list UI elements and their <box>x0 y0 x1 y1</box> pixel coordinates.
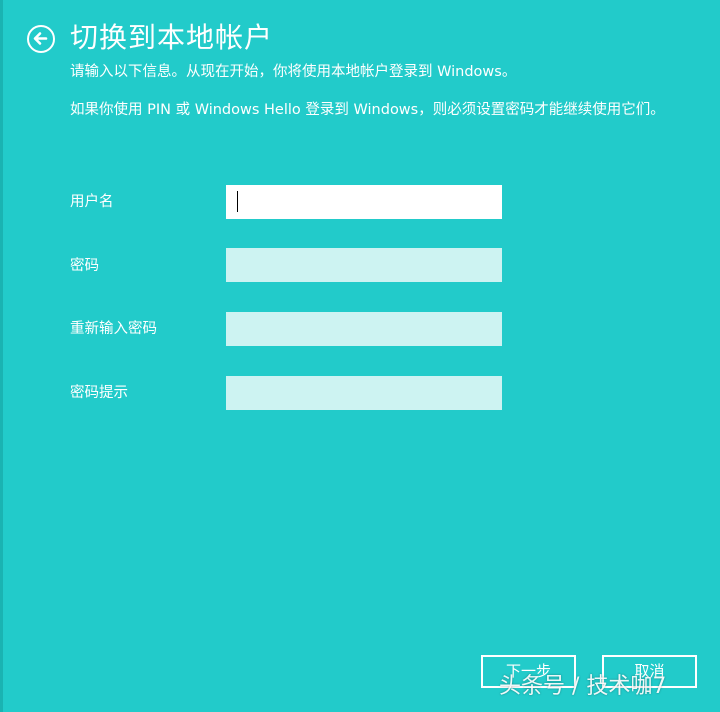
cancel-button[interactable]: 取消 <box>602 655 697 688</box>
password-label: 密码 <box>70 258 99 274</box>
password-hint-label: 密码提示 <box>70 385 128 401</box>
description-line-2: 如果你使用 PIN 或 Windows Hello 登录到 Windows，则必… <box>70 102 665 118</box>
password-confirm-label: 重新输入密码 <box>70 321 157 337</box>
window-left-edge <box>0 0 3 712</box>
back-arrow-icon <box>33 32 48 45</box>
password-confirm-field[interactable] <box>226 312 502 346</box>
page-title: 切换到本地帐户 <box>70 21 274 54</box>
back-button[interactable] <box>27 25 55 53</box>
username-field[interactable] <box>226 185 502 219</box>
username-label: 用户名 <box>70 194 114 210</box>
description-line-1: 请输入以下信息。从现在开始，你将使用本地帐户登录到 Windows。 <box>70 64 517 80</box>
next-button[interactable]: 下一步 <box>481 655 576 688</box>
password-field[interactable] <box>226 248 502 282</box>
password-hint-field[interactable] <box>226 376 502 410</box>
